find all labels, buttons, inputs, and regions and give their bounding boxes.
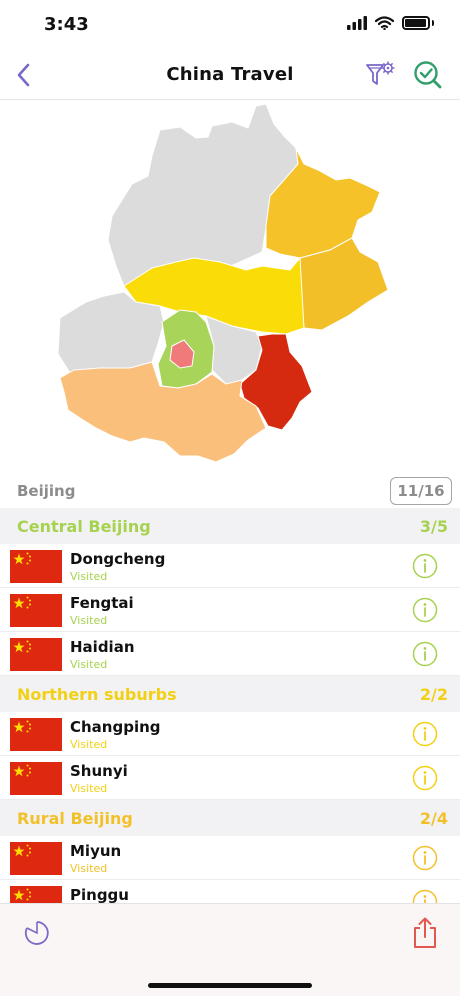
list-item[interactable]: Pinggu Visited: [0, 880, 460, 904]
share-icon[interactable]: [411, 916, 439, 950]
info-icon[interactable]: [412, 765, 438, 791]
china-flag-icon: [10, 842, 62, 875]
district-list: Central Beijing 3/5 Dongcheng Visited Fe…: [0, 508, 460, 904]
info-icon[interactable]: [412, 641, 438, 667]
history-icon[interactable]: [22, 918, 52, 948]
battery-tip: [432, 20, 434, 26]
beijing-map[interactable]: [0, 100, 460, 472]
info-icon[interactable]: [412, 721, 438, 747]
info-icon[interactable]: [412, 845, 438, 871]
battery-icon: [402, 16, 430, 30]
list-item-title: Fengtai: [70, 594, 134, 612]
info-icon[interactable]: [412, 889, 438, 904]
region-header: Beijing 11/16: [0, 474, 460, 508]
china-flag-icon: [10, 638, 62, 671]
list-item[interactable]: Fengtai Visited: [0, 588, 460, 632]
list-item-title: Dongcheng: [70, 550, 166, 568]
info-icon[interactable]: [412, 553, 438, 579]
status-time: 3:43: [44, 14, 89, 35]
section-header: Northern suburbs 2/2: [0, 676, 460, 712]
region-progress-badge: 11/16: [390, 477, 452, 505]
list-item[interactable]: Dongcheng Visited: [0, 544, 460, 588]
list-item-title: Miyun: [70, 842, 122, 860]
search-check-icon[interactable]: [412, 59, 444, 91]
status-bar: 3:43: [0, 0, 460, 50]
filter-settings-icon[interactable]: [364, 59, 396, 91]
list-item-status: Visited: [70, 782, 108, 795]
section-score: 2/4: [419, 809, 448, 828]
list-item-title: Changping: [70, 718, 161, 736]
list-item-status: Visited: [70, 614, 108, 627]
wifi-icon: [375, 16, 394, 30]
section-label: Rural Beijing: [17, 809, 133, 828]
list-item-status: Visited: [70, 658, 108, 671]
china-flag-icon: [10, 718, 62, 751]
list-item[interactable]: Miyun Visited: [0, 836, 460, 880]
section-score: 3/5: [419, 517, 448, 536]
list-item-status: Visited: [70, 570, 108, 583]
list-item-title: Shunyi: [70, 762, 128, 780]
info-icon[interactable]: [412, 597, 438, 623]
list-item-title: Haidian: [70, 638, 135, 656]
navigation-bar: China Travel: [0, 50, 460, 100]
section-score: 2/2: [419, 685, 448, 704]
china-flag-icon: [10, 594, 62, 627]
section-label: Central Beijing: [17, 517, 151, 536]
section-header: Rural Beijing 2/4: [0, 800, 460, 836]
section-label: Northern suburbs: [17, 685, 177, 704]
bottom-toolbar: [0, 903, 460, 996]
section-header: Central Beijing 3/5: [0, 508, 460, 544]
status-icons: [347, 16, 434, 30]
list-item-status: Visited: [70, 862, 108, 875]
list-item[interactable]: Haidian Visited: [0, 632, 460, 676]
region-name: Beijing: [17, 482, 76, 500]
list-item-status: Visited: [70, 738, 108, 751]
list-item-title: Pinggu: [70, 886, 129, 904]
map-district-yanqing[interactable]: [107, 103, 299, 287]
china-flag-icon: [10, 886, 62, 904]
list-item[interactable]: Changping Visited: [0, 712, 460, 756]
signal-icon: [347, 16, 367, 30]
home-indicator: [148, 983, 312, 988]
china-flag-icon: [10, 762, 62, 795]
list-item[interactable]: Shunyi Visited: [0, 756, 460, 800]
china-flag-icon: [10, 550, 62, 583]
